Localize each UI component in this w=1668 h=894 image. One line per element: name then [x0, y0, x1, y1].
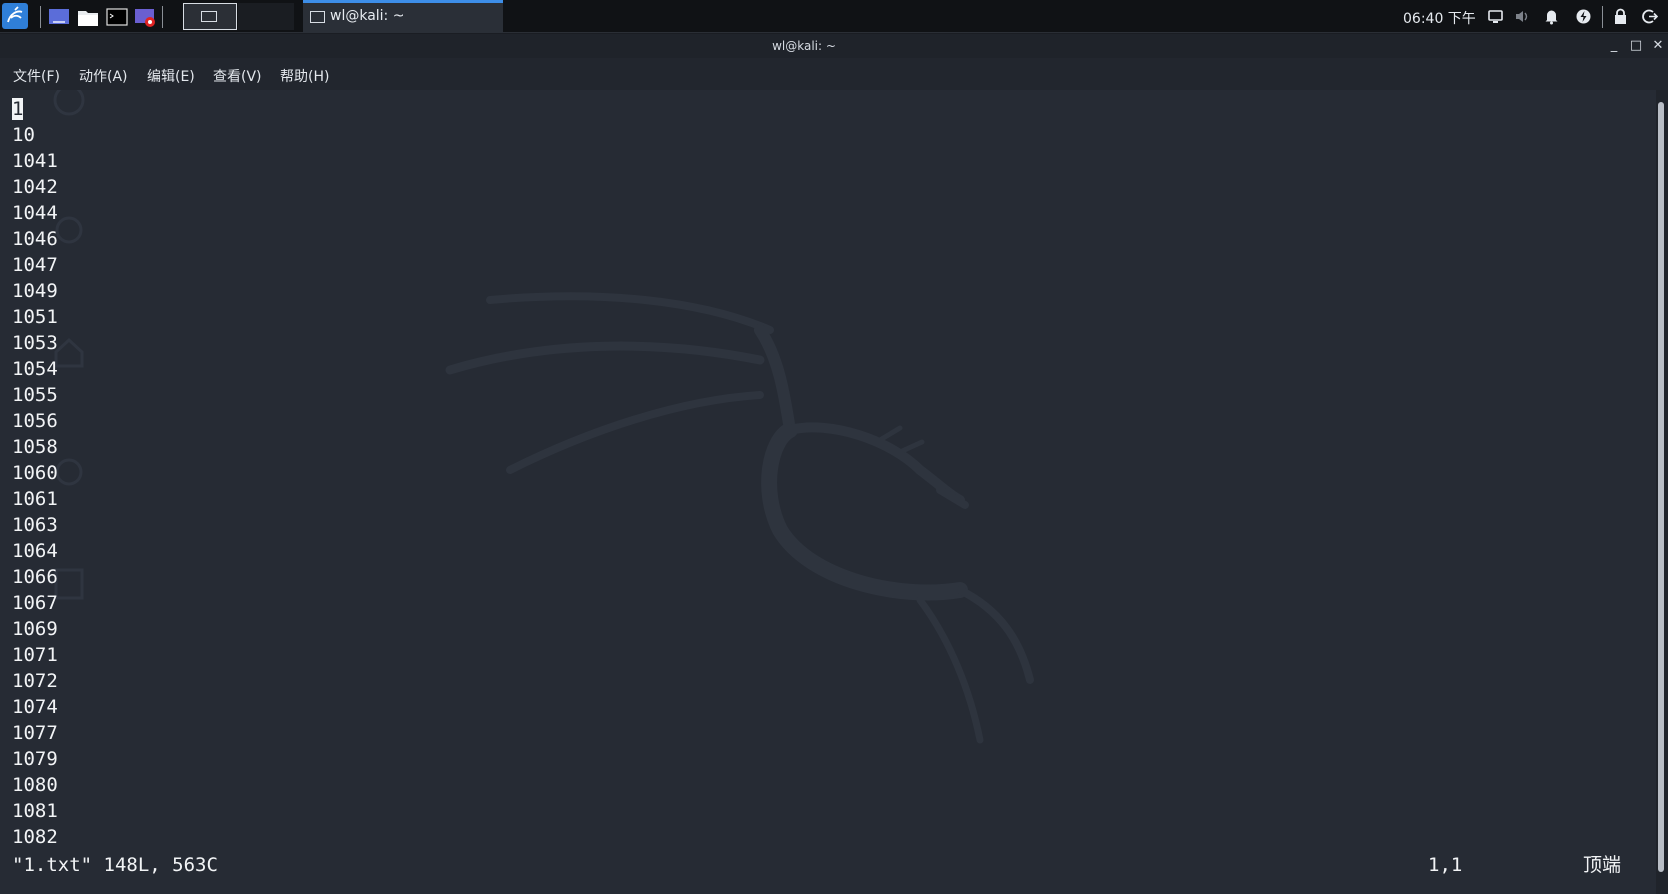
workspace-1[interactable] [183, 3, 237, 30]
buffer-line: 1047 [12, 254, 58, 276]
buffer-line: 1058 [12, 436, 58, 458]
menu-edit[interactable]: 编辑(E) [147, 66, 195, 86]
terminal-icon[interactable] [106, 6, 128, 28]
buffer-line: 1072 [12, 670, 58, 692]
buffer-line: 1054 [12, 358, 58, 380]
terminal-content[interactable]: 1 10 1041 1042 1044 1046 1047 1049 1051 … [0, 90, 1656, 894]
buffer-line: 1081 [12, 800, 58, 822]
panel-separator [1602, 6, 1603, 28]
window-titlebar[interactable]: wl@kali: ~ _ □ ✕ [0, 34, 1668, 58]
menubar: 文件(F) 动作(A) 编辑(E) 查看(V) 帮助(H) [0, 58, 1668, 90]
vim-buffer: 1 10 1041 1042 1044 1046 1047 1049 1051 … [12, 96, 58, 850]
panel-separator [40, 6, 41, 28]
buffer-line: 1060 [12, 462, 58, 484]
kali-menu-icon[interactable] [2, 3, 28, 29]
buffer-line: 1 [12, 96, 58, 122]
clock[interactable]: 06:40 下午 [1403, 8, 1476, 28]
buffer-line: 1064 [12, 540, 58, 562]
menu-file[interactable]: 文件(F) [13, 66, 60, 86]
buffer-line: 1061 [12, 488, 58, 510]
scrollbar-thumb[interactable] [1658, 102, 1664, 872]
task-label: wl@kali: ~ [330, 8, 405, 24]
scrollbar[interactable] [1656, 90, 1668, 894]
menu-help[interactable]: 帮助(H) [280, 66, 329, 86]
file-manager-icon[interactable] [77, 6, 99, 28]
buffer-line: 1066 [12, 566, 58, 588]
show-desktop-icon[interactable] [48, 6, 70, 28]
buffer-line: 1077 [12, 722, 58, 744]
terminal-window: wl@kali: ~ _ □ ✕ 文件(F) 动作(A) 编辑(E) 查看(V)… [0, 34, 1668, 894]
screen-recorder-icon[interactable] [134, 6, 156, 28]
display-icon[interactable] [1487, 8, 1504, 25]
buffer-line: 1041 [12, 150, 58, 172]
kali-dragon-watermark [445, 292, 1034, 744]
top-panel: wl@kali: ~ 06:40 下午 [0, 0, 1668, 33]
buffer-line: 1042 [12, 176, 58, 198]
volume-icon[interactable] [1514, 8, 1531, 25]
buffer-line: 1051 [12, 306, 58, 328]
buffer-line: 1069 [12, 618, 58, 640]
workspace-2[interactable] [238, 3, 294, 30]
status-file-info: "1.txt" 148L, 563C [12, 854, 218, 876]
buffer-line: 1056 [12, 410, 58, 432]
buffer-line: 1082 [12, 826, 58, 848]
window-title: wl@kali: ~ [772, 39, 836, 53]
menu-view[interactable]: 查看(V) [213, 66, 262, 86]
taskbar-terminal-task[interactable]: wl@kali: ~ [303, 0, 503, 33]
minimize-button[interactable]: _ [1606, 38, 1622, 54]
power-icon[interactable] [1575, 8, 1592, 25]
buffer-line: 1055 [12, 384, 58, 406]
lock-icon[interactable] [1612, 8, 1629, 25]
text-cursor: 1 [12, 98, 24, 120]
status-cursor-position: 1,1 [1428, 854, 1463, 876]
buffer-line: 1044 [12, 202, 58, 224]
buffer-line: 1063 [12, 514, 58, 536]
terminal-icon [310, 11, 325, 23]
status-scroll-position: 顶端 [1583, 854, 1622, 876]
buffer-line: 1079 [12, 748, 58, 770]
buffer-line: 1053 [12, 332, 58, 354]
maximize-button[interactable]: □ [1628, 38, 1644, 54]
workspace-icon [201, 11, 217, 22]
close-button[interactable]: ✕ [1650, 38, 1666, 54]
logout-icon[interactable] [1641, 8, 1659, 25]
buffer-line: 1071 [12, 644, 58, 666]
buffer-line: 1074 [12, 696, 58, 718]
buffer-line: 1049 [12, 280, 58, 302]
notification-icon[interactable] [1543, 8, 1560, 25]
buffer-line: 1046 [12, 228, 58, 250]
menu-action[interactable]: 动作(A) [79, 66, 128, 86]
buffer-line: 1067 [12, 592, 58, 614]
buffer-line: 10 [12, 124, 35, 146]
panel-separator [162, 6, 163, 28]
buffer-line: 1080 [12, 774, 58, 796]
